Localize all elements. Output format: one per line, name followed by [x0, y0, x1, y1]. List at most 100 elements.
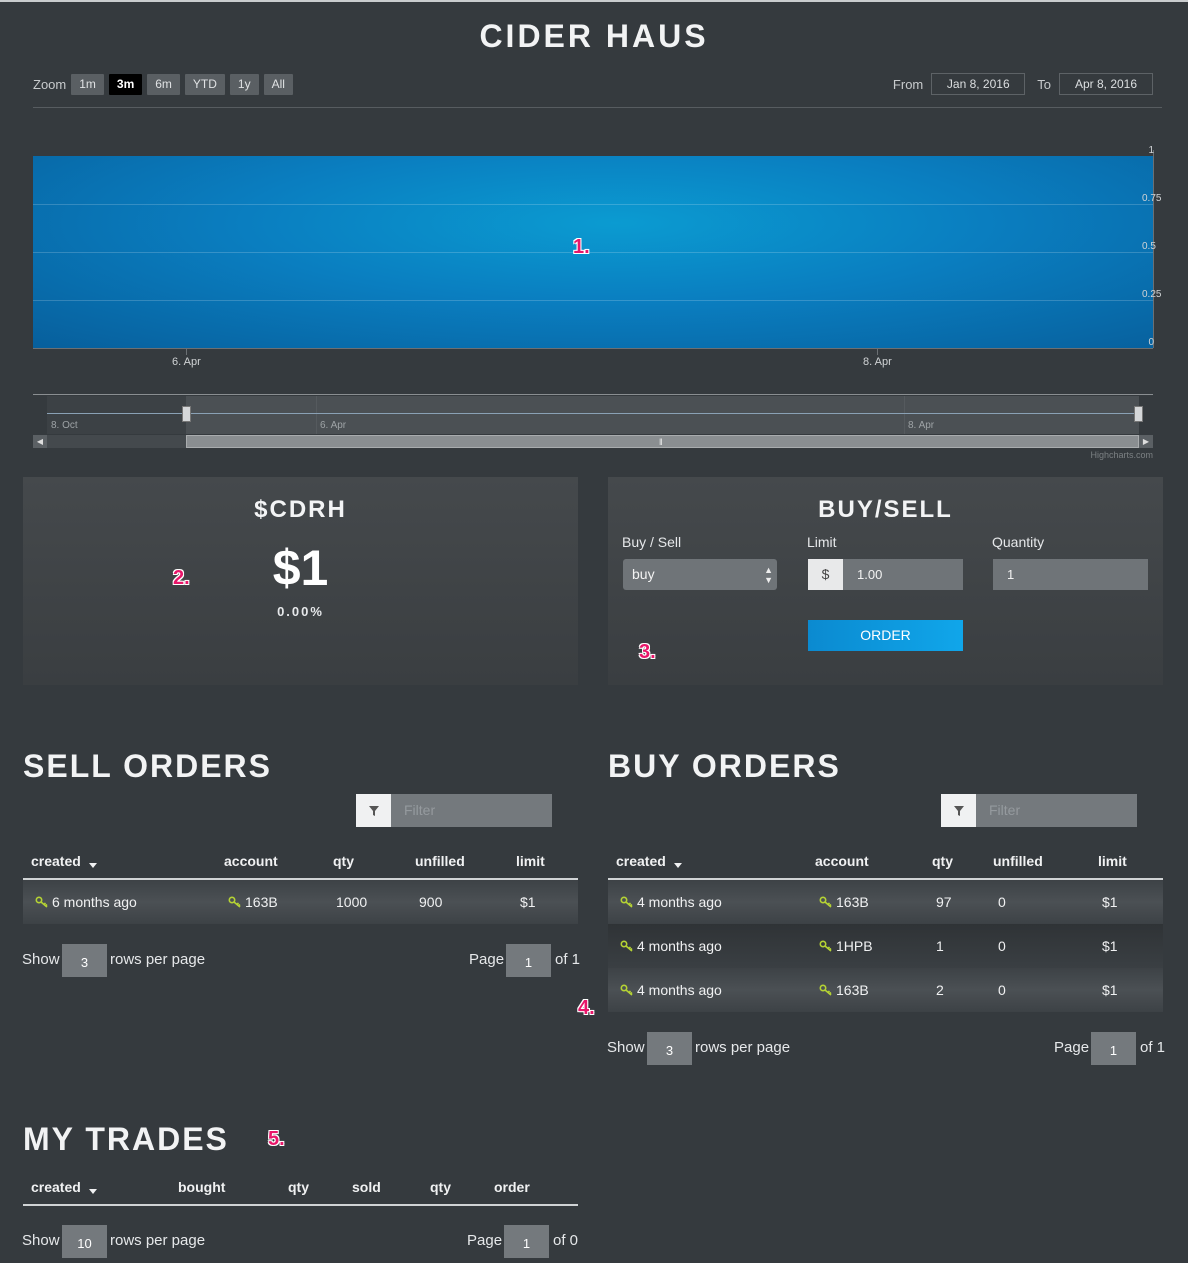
cell-qty: 97: [936, 894, 952, 910]
buy-sell-title: BUY/SELL: [818, 496, 953, 523]
cell-account[interactable]: 163B: [228, 894, 278, 910]
column-header-limit[interactable]: limit: [1098, 853, 1127, 869]
rows-per-page-input[interactable]: 10: [62, 1225, 107, 1258]
account-value: 1HPB: [836, 938, 873, 954]
cell-account[interactable]: 1HPB: [819, 938, 873, 954]
dollar-addon: $: [808, 559, 843, 590]
y-tick-label: 1: [1148, 145, 1154, 156]
column-header-limit[interactable]: limit: [516, 853, 545, 869]
cell-unfilled: 0: [998, 938, 1006, 954]
zoom-selector: Zoom 1m 3m 6m YTD 1y All: [33, 73, 298, 95]
window-top-border: [0, 0, 1188, 2]
navigator-right-handle[interactable]: [1134, 406, 1143, 422]
limit-label: Limit: [807, 534, 837, 550]
rows-per-page-label: rows per page: [110, 951, 206, 968]
my-trades-header: created bought qty sold qty order: [23, 1170, 578, 1206]
table-row[interactable]: 6 months ago 163B 1000 900 $1: [23, 880, 578, 924]
ticker-symbol: $CDRH: [254, 496, 347, 523]
column-header-qty[interactable]: qty: [430, 1179, 451, 1195]
column-header-qty[interactable]: qty: [932, 853, 953, 869]
order-button[interactable]: ORDER: [808, 620, 963, 651]
column-header-qty[interactable]: qty: [333, 853, 354, 869]
from-label: From: [892, 76, 924, 92]
price-chart-area[interactable]: [33, 156, 1153, 348]
column-header-sold[interactable]: sold: [352, 1179, 381, 1195]
chart-navigator[interactable]: 8. Oct 6. Apr 8. Apr ‖ ◀ ▶: [33, 394, 1153, 448]
sell-orders-header: created account qty unfilled limit: [23, 844, 578, 880]
x-tick-label: 8. Apr: [863, 356, 892, 368]
page-label: Page: [1054, 1039, 1090, 1056]
x-axis-line: [33, 348, 1153, 349]
gridline: [33, 300, 1153, 301]
limit-input[interactable]: 1.00: [843, 559, 963, 590]
page-input[interactable]: 1: [1091, 1032, 1136, 1065]
column-header-account[interactable]: account: [224, 853, 278, 869]
page-input[interactable]: 1: [506, 944, 551, 977]
x-tick-label: 6. Apr: [172, 356, 201, 368]
my-trades-pagination: Show 10 rows per page Page 1 of 0: [22, 1225, 578, 1258]
column-header-unfilled[interactable]: unfilled: [415, 853, 465, 869]
column-header-qty[interactable]: qty: [288, 1179, 309, 1195]
zoom-button-6m[interactable]: 6m: [147, 73, 180, 95]
table-row[interactable]: 4 months ago 163B 2 0 $1: [608, 968, 1163, 1012]
sell-filter-input[interactable]: Filter: [391, 794, 552, 827]
show-label: Show: [607, 1039, 645, 1056]
chart-credits[interactable]: Highcharts.com: [1090, 450, 1153, 460]
side-select[interactable]: buy ▲ ▼: [623, 559, 777, 590]
date-range: From Jan 8, 2016 To Apr 8, 2016: [893, 73, 1153, 95]
filter-button[interactable]: [941, 794, 976, 827]
column-header-account[interactable]: account: [815, 853, 869, 869]
toolbar-divider: [33, 107, 1162, 108]
scroll-left-arrow-icon[interactable]: ◀: [33, 435, 47, 448]
column-header-unfilled[interactable]: unfilled: [993, 853, 1043, 869]
rows-per-page-label: rows per page: [695, 1039, 791, 1056]
cell-account[interactable]: 163B: [819, 894, 869, 910]
navigator-gridline: [316, 396, 317, 434]
navigator-top-border: [33, 394, 1153, 395]
quantity-label: Quantity: [992, 534, 1045, 550]
column-header-created[interactable]: created: [31, 1179, 97, 1195]
rows-per-page-input[interactable]: 3: [647, 1032, 692, 1065]
quantity-input[interactable]: 1: [993, 559, 1148, 590]
zoom-button-1y[interactable]: 1y: [229, 73, 259, 95]
buy-filter-input[interactable]: Filter: [976, 794, 1137, 827]
rows-per-page-input[interactable]: 3: [62, 944, 107, 977]
buy-orders-filter: Filter: [941, 794, 1137, 827]
page-input[interactable]: 1: [504, 1225, 549, 1258]
cell-created: 6 months ago: [35, 894, 137, 910]
zoom-button-ytd[interactable]: YTD: [184, 73, 225, 95]
zoom-button-1m[interactable]: 1m: [71, 73, 104, 95]
zoom-button-3m[interactable]: 3m: [108, 73, 143, 95]
column-label: created: [616, 853, 666, 869]
rows-per-page-label: rows per page: [110, 1232, 206, 1249]
sell-orders-title: SELL ORDERS: [23, 748, 272, 784]
column-header-bought[interactable]: bought: [178, 1179, 225, 1195]
table-row[interactable]: 4 months ago 1HPB 1 0 $1: [608, 924, 1163, 968]
key-icon: [620, 896, 633, 908]
column-header-created[interactable]: created: [31, 853, 97, 869]
to-date-input[interactable]: Apr 8, 2016: [1059, 73, 1153, 95]
column-header-order[interactable]: order: [494, 1179, 530, 1195]
to-label: To: [1037, 76, 1051, 92]
column-header-created[interactable]: created: [616, 853, 682, 869]
navigator-label: 6. Apr: [320, 420, 347, 431]
page-count: of 1: [555, 951, 581, 968]
zoom-button-all[interactable]: All: [263, 73, 293, 95]
navigator-label: 8. Oct: [51, 420, 78, 431]
filter-button[interactable]: [356, 794, 391, 827]
scroll-right-arrow-icon[interactable]: ▶: [1139, 435, 1153, 448]
sort-down-icon: [88, 1189, 97, 1194]
x-tick-mark: [877, 349, 878, 355]
app-title: CIDER HAUS: [479, 18, 709, 54]
navigator-left-handle[interactable]: [182, 406, 191, 422]
cell-account[interactable]: 163B: [819, 982, 869, 998]
ticker-panel: $CDRH $1 0.00% 2.: [23, 477, 578, 685]
cell-qty: 2: [936, 982, 944, 998]
created-value: 6 months ago: [52, 894, 137, 910]
sort-down-icon: [88, 863, 97, 868]
y-tick-label: 0: [1148, 337, 1154, 348]
navigator-label: 8. Apr: [908, 420, 935, 431]
from-date-input[interactable]: Jan 8, 2016: [931, 73, 1026, 95]
table-row[interactable]: 4 months ago 163B 97 0 $1: [608, 880, 1163, 924]
filter-icon: [368, 805, 379, 816]
